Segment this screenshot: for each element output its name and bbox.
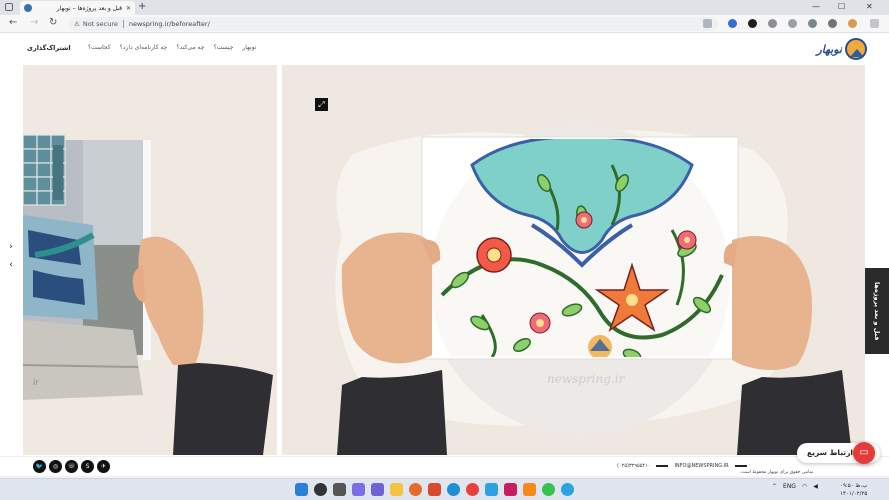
language-indicator[interactable]: ENG bbox=[783, 483, 796, 490]
watermark-text: newspring.ir bbox=[547, 372, 626, 386]
tab-actions-icon[interactable] bbox=[5, 3, 13, 11]
divider bbox=[734, 465, 747, 467]
left-watermark: ir bbox=[33, 378, 39, 387]
tray-chevron-icon[interactable]: ⌃ bbox=[772, 483, 777, 490]
instagram-icon[interactable]: ◎ bbox=[49, 460, 62, 473]
menu-item-record[interactable]: چه کارنامه‌ای دارد؟ bbox=[120, 44, 168, 51]
phone-number[interactable]: (۰۲۵)۳۲۹۵۵۴۱۰ bbox=[617, 463, 650, 469]
address-bar-row: ← → ↻ ⚠ Not secure newspring.ir/beforeaf… bbox=[0, 15, 889, 33]
gallery-right-margin bbox=[865, 65, 889, 457]
downloads-icon[interactable] bbox=[828, 19, 837, 28]
before-photo: ir bbox=[23, 65, 277, 455]
forward-icon[interactable]: → bbox=[30, 17, 38, 28]
chrome-icon[interactable] bbox=[466, 483, 479, 496]
tab-title: قبل و بعد پروژه‌ها – نوبهار bbox=[56, 4, 122, 12]
site-logo[interactable]: نوبهار bbox=[816, 38, 867, 60]
side-tab-before-after[interactable]: قبل و بعد پروژه‌ها bbox=[865, 268, 889, 354]
photoshop-icon[interactable] bbox=[485, 483, 498, 496]
contact-info: (۰۲۵)۳۲۹۵۵۴۱۰ INFO@NEWSPRING.IR bbox=[617, 463, 747, 469]
more-menu-icon[interactable] bbox=[870, 19, 879, 28]
favorites-icon[interactable] bbox=[768, 19, 777, 28]
tab-close-icon[interactable]: ✕ bbox=[126, 5, 131, 12]
chat-app-icon[interactable] bbox=[371, 483, 384, 496]
next-arrow-icon[interactable]: › bbox=[3, 239, 19, 255]
menu-item-home[interactable]: نوبهار bbox=[242, 44, 256, 51]
before-after-gallery: › ‹ bbox=[0, 65, 889, 457]
browser-tab[interactable]: قبل و بعد پروژه‌ها – نوبهار ✕ bbox=[20, 1, 135, 15]
file-explorer-icon[interactable] bbox=[390, 483, 403, 496]
office-icon[interactable] bbox=[428, 483, 441, 496]
telegram-icon[interactable]: ✈ bbox=[97, 460, 110, 473]
twitter-icon[interactable]: 🐦 bbox=[33, 460, 46, 473]
task-view-icon[interactable] bbox=[333, 483, 346, 496]
menu-item-does[interactable]: چه می‌کند؟ bbox=[176, 44, 204, 51]
logo-mark-icon bbox=[845, 38, 867, 60]
taskbar-clock[interactable]: ۰۹:۵۰ ب.ظ ۱۴۰۱/۰۲/۲۵ bbox=[840, 482, 867, 498]
clock-time: ۰۹:۵۰ ب.ظ bbox=[840, 483, 868, 489]
subscribe-link[interactable]: اشتراک‌گذاری bbox=[27, 44, 71, 52]
security-label: Not secure bbox=[82, 20, 118, 28]
gallery-left-margin: › ‹ bbox=[0, 65, 23, 455]
divider bbox=[656, 465, 669, 467]
extension-blue-icon[interactable] bbox=[728, 19, 737, 28]
browser-tabbar: قبل و بعد پروژه‌ها – نوبهار ✕ + — ☐ ✕ bbox=[0, 0, 889, 15]
firefox-icon[interactable] bbox=[409, 483, 422, 496]
telegram-app-icon[interactable] bbox=[561, 483, 574, 496]
prev-arrow-icon[interactable]: ‹ bbox=[3, 257, 19, 273]
back-icon[interactable]: ← bbox=[9, 17, 17, 28]
after-slide[interactable]: newspring.ir bbox=[282, 65, 865, 455]
menu-item-what[interactable]: چیست؟ bbox=[213, 44, 233, 51]
wifi-icon[interactable]: ◠ bbox=[802, 483, 807, 490]
search-icon[interactable] bbox=[314, 483, 327, 496]
read-aloud-icon[interactable] bbox=[703, 19, 712, 28]
illustrator-icon[interactable] bbox=[523, 483, 536, 496]
windows-taskbar: ⌃ ENG ◠ ◀ ۰۹:۵۰ ب.ظ ۱۴۰۱/۰۲/۲۵ bbox=[0, 478, 889, 500]
email-address[interactable]: INFO@NEWSPRING.IR bbox=[674, 463, 728, 469]
fullscreen-expand-icon[interactable]: ⤢ bbox=[315, 98, 328, 111]
taskbar-apps bbox=[295, 483, 574, 496]
extension-dark-icon[interactable] bbox=[748, 19, 757, 28]
volume-icon[interactable]: ◀ bbox=[813, 483, 818, 490]
close-window-button[interactable]: ✕ bbox=[866, 2, 873, 11]
refresh-icon[interactable]: ↻ bbox=[49, 17, 57, 28]
skype-icon[interactable]: S bbox=[81, 460, 94, 473]
social-links: 🐦 ◎ ☏ S ✈ bbox=[33, 460, 110, 473]
clock-date: ۱۴۰۱/۰۲/۲۵ bbox=[840, 491, 868, 497]
whatsapp-app-icon[interactable] bbox=[542, 483, 555, 496]
site-header: اشتراک‌گذاری نوبهار چیست؟ چه می‌کند؟ چه … bbox=[0, 33, 889, 65]
new-tab-button[interactable]: + bbox=[138, 1, 146, 12]
main-menu: نوبهار چیست؟ چه می‌کند؟ چه کارنامه‌ای دا… bbox=[88, 44, 256, 51]
edge-icon[interactable] bbox=[447, 483, 460, 496]
collections-icon[interactable] bbox=[808, 19, 817, 28]
chat-icon[interactable]: ▭ bbox=[853, 442, 875, 464]
menu-item-where[interactable]: کجاست؟ bbox=[88, 44, 111, 51]
separator bbox=[122, 20, 124, 28]
site-favicon-icon bbox=[24, 4, 32, 12]
before-slide[interactable]: ir bbox=[23, 65, 277, 455]
logo-text: نوبهار bbox=[816, 42, 842, 56]
minimize-button[interactable]: — bbox=[812, 2, 820, 11]
after-photo: newspring.ir bbox=[282, 65, 865, 455]
copyright-text: تمامی حقوق برای نوبهار محفوظ است. bbox=[740, 470, 814, 475]
maximize-button[interactable]: ☐ bbox=[838, 2, 845, 11]
warning-icon: ⚠ bbox=[74, 20, 80, 28]
start-icon[interactable] bbox=[295, 483, 308, 496]
whatsapp-icon[interactable]: ☏ bbox=[65, 460, 78, 473]
system-tray: ⌃ ENG ◠ ◀ bbox=[772, 483, 818, 490]
profile-avatar-icon[interactable] bbox=[848, 19, 857, 28]
url-text: newspring.ir/beforeafter/ bbox=[128, 20, 210, 28]
indesign-icon[interactable] bbox=[504, 483, 517, 496]
address-bar[interactable]: ⚠ Not secure newspring.ir/beforeafter/ bbox=[68, 17, 718, 31]
extensions-icon[interactable] bbox=[788, 19, 797, 28]
site-footer: 🐦 ◎ ☏ S ✈ (۰۲۵)۳۲۹۵۵۴۱۰ INFO@NEWSPRING.I… bbox=[0, 456, 889, 476]
widgets-icon[interactable] bbox=[352, 483, 365, 496]
